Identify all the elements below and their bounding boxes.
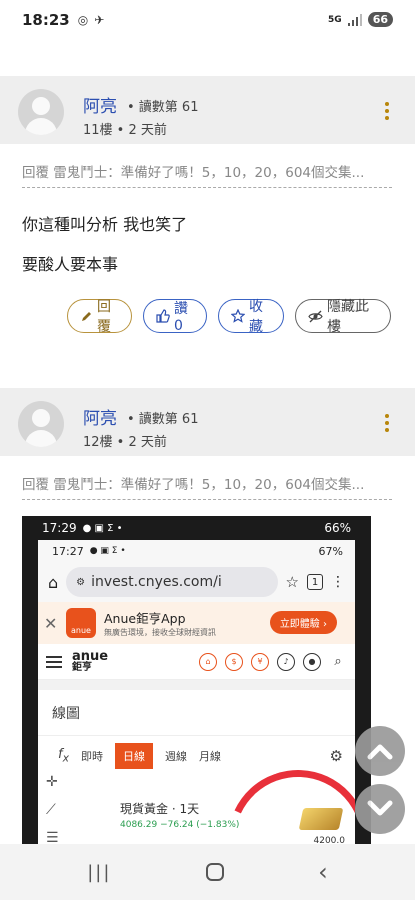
status-right: 5G 66 xyxy=(328,12,393,27)
brand-bottom: 鉅亨 xyxy=(72,662,92,673)
ad-cta: 立即體驗 › xyxy=(269,611,337,634)
menu-dots-icon: ⋮ xyxy=(331,574,345,590)
star-icon xyxy=(231,309,245,323)
chevron-up-icon xyxy=(367,744,393,760)
image-section-title: 線圖 xyxy=(38,690,355,736)
attached-image[interactable]: 17:29 ● ▣ Σ • 66% 17:27 ● ▣ Σ • 67% ⌂ ⚙ … xyxy=(22,516,371,846)
ticker-info: 現貨黃金 · 1天 4086.29 −76.24 (−1.83%) xyxy=(120,800,239,830)
read-count: • 讀數第 61 xyxy=(127,412,199,427)
fx-icon: fx xyxy=(58,747,69,765)
system-nav-bar: ||| ‹ xyxy=(0,844,415,900)
network-type: 5G xyxy=(328,14,342,25)
chevron-down-icon xyxy=(367,800,393,816)
post-actions: 回覆 讚 0 收藏 隱藏此樓 xyxy=(67,299,391,335)
floor-time: 12樓 • 2 天前 xyxy=(83,435,167,450)
post-header: 阿亮 • 讀數第 61 11樓 • 2 天前 xyxy=(0,76,415,144)
ticker-price: 4086.29 −76.24 (−1.83%) xyxy=(120,820,240,830)
status-time: 18:23 xyxy=(22,11,70,29)
avatar[interactable] xyxy=(18,401,64,447)
reply-quote[interactable]: 回覆 雷鬼鬥士：準備好了嗎！5，10，20，604個交集... xyxy=(22,161,392,188)
eye-slash-icon xyxy=(308,310,323,322)
like-button[interactable]: 讚 0 xyxy=(143,299,207,334)
gear-icon: ⚙ xyxy=(329,747,343,765)
gold-bar-icon xyxy=(298,808,344,830)
image-url: invest.cnyes.com/i xyxy=(91,574,222,590)
close-icon: ✕ xyxy=(44,613,58,633)
image-url-box: ⚙ invest.cnyes.com/i xyxy=(66,567,278,597)
ad-title: Anue鉅亨App xyxy=(104,611,186,626)
scroll-up-button[interactable] xyxy=(355,726,405,776)
image-url-bar: ⌂ ⚙ invest.cnyes.com/i ☆ 1 ⋮ xyxy=(38,562,355,602)
coin-icon: $ xyxy=(225,652,243,671)
star-icon: ☆ xyxy=(285,573,299,591)
chart-tab: 即時 xyxy=(81,750,103,763)
read-count: • 讀數第 61 xyxy=(127,100,199,115)
bird-icon: ✈ xyxy=(94,13,105,27)
reply-label: 回覆 xyxy=(97,299,111,335)
avatar[interactable] xyxy=(18,89,64,135)
floor-time: 11樓 • 2 天前 xyxy=(83,123,167,138)
home-button[interactable] xyxy=(205,863,224,881)
back-button[interactable]: ‹ xyxy=(318,858,328,886)
hamburger-icon xyxy=(46,653,62,671)
bell-icon: ♪ xyxy=(277,652,295,671)
image-time: 17:29 xyxy=(42,521,77,535)
anue-logo: anue xyxy=(66,608,96,638)
instagram-icon: ◎ xyxy=(77,13,89,27)
like-label: 讚 0 xyxy=(174,301,188,334)
ticker-name: 現貨黃金 · 1天 xyxy=(120,802,200,816)
ad-subtitle: 無廣告環境，接收全球財經資訊 xyxy=(104,628,216,637)
pencil-icon xyxy=(82,311,91,321)
reply-quote[interactable]: 回覆 雷鬼鬥士：準備好了嗎！5，10，20，604個交集... xyxy=(22,473,392,500)
image-inner-status: 17:27 ● ▣ Σ • 67% xyxy=(38,540,355,562)
user-icon: ● xyxy=(303,652,321,671)
search-icon: ⌕ xyxy=(334,654,342,669)
tab-count: 1 xyxy=(307,574,323,590)
divider xyxy=(38,680,355,690)
image-inner-time: 17:27 xyxy=(52,544,84,558)
image-site-nav: anue 鉅亨 ⌂ $ ¥ ♪ ● ⌕ xyxy=(38,644,355,680)
house-icon: ⌂ xyxy=(199,652,217,671)
more-options-icon[interactable] xyxy=(385,414,389,435)
more-options-icon[interactable] xyxy=(385,102,389,123)
status-bar: 18:23 ◎ ✈ 5G 66 xyxy=(0,0,415,40)
recents-button[interactable]: ||| xyxy=(87,862,111,883)
battery-badge: 66 xyxy=(367,12,393,27)
post-header: 阿亮 • 讀數第 61 12樓 • 2 天前 xyxy=(0,388,415,456)
brand-logo: anue 鉅亨 xyxy=(72,650,108,673)
image-status-bar: 17:29 ● ▣ Σ • 66% xyxy=(42,521,351,535)
image-ad-banner: ✕ anue Anue鉅亨App 無廣告環境，接收全球財經資訊 立即體驗 › xyxy=(38,602,355,644)
image-inner-battery: 67% xyxy=(318,544,343,558)
home-icon: ⌂ xyxy=(48,572,59,592)
hide-label: 隱藏此樓 xyxy=(327,299,369,335)
lines-icon: ☰ xyxy=(46,830,59,846)
chart-tab-active: 日線 xyxy=(115,743,153,769)
site-settings-icon: ⚙ xyxy=(76,576,86,588)
chart-tab: 月線 xyxy=(199,750,221,763)
signal-icon xyxy=(347,13,362,26)
currency-icon: ¥ xyxy=(251,652,269,671)
trendline-icon: ⟋ xyxy=(46,802,56,818)
post-text-line: 要酸人要本事 xyxy=(22,255,119,274)
post-text-line: 你這種叫分析 我也笑了 xyxy=(22,215,188,234)
scroll-down-button[interactable] xyxy=(355,784,405,834)
crosshair-icon: ✛ xyxy=(46,774,58,790)
reply-button[interactable]: 回覆 xyxy=(67,299,132,335)
author-name[interactable]: 阿亮 xyxy=(83,404,117,429)
favorite-button[interactable]: 收藏 xyxy=(218,299,284,335)
image-battery: 66% xyxy=(324,521,351,535)
author-name[interactable]: 阿亮 xyxy=(83,92,117,117)
favorite-label: 收藏 xyxy=(249,299,263,335)
image-browser: 17:27 ● ▣ Σ • 67% ⌂ ⚙ invest.cnyes.com/i… xyxy=(38,540,355,846)
hide-button[interactable]: 隱藏此樓 xyxy=(295,299,391,335)
thumbs-up-icon xyxy=(156,309,170,323)
chart-tools: ✛ ⟋ ☰ xyxy=(46,768,59,846)
site-nav-icons: ⌂ $ ¥ ♪ ● ⌕ xyxy=(199,652,347,671)
chart-tab: 週線 xyxy=(165,750,187,763)
